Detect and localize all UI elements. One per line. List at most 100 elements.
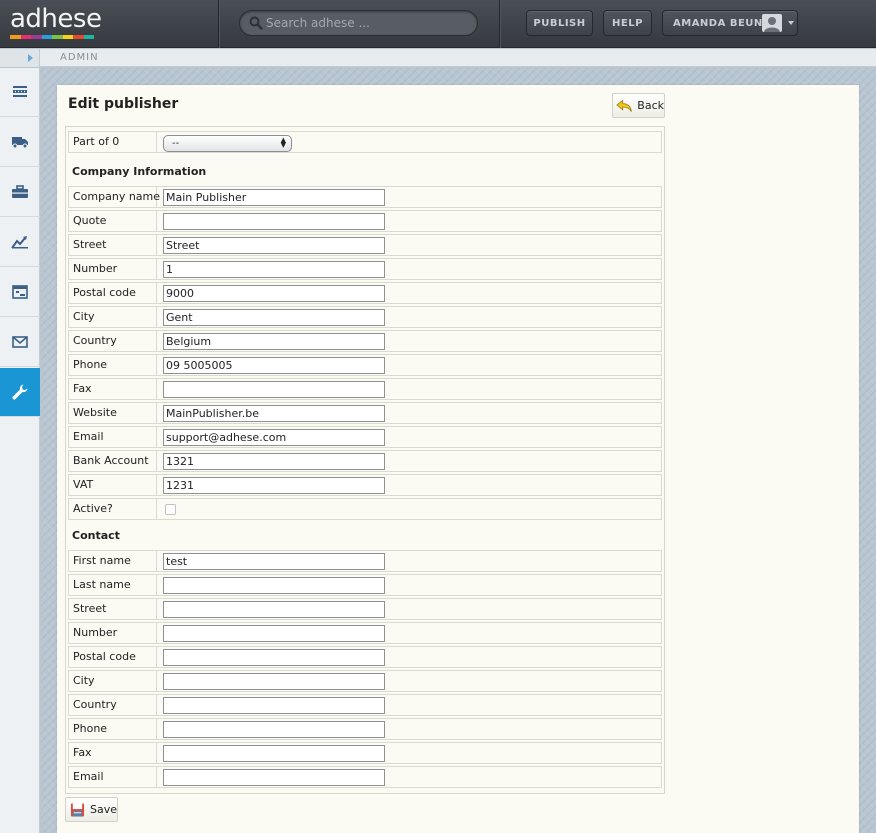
company-city-field[interactable]	[163, 309, 385, 326]
company-number-field[interactable]	[163, 261, 385, 278]
sidebar-item-layouts[interactable]	[0, 268, 40, 317]
breadcrumb-bar: ADMIN	[0, 49, 876, 67]
contact-postal-code-field[interactable]	[163, 649, 385, 666]
section-contact: Contact	[72, 529, 120, 542]
company-street-field[interactable]	[163, 237, 385, 254]
logo-stripe-segment	[83, 35, 94, 39]
contact-street-field[interactable]	[163, 601, 385, 618]
company-website-label: Website	[69, 403, 157, 423]
company-city-label: City	[69, 307, 157, 327]
sidebar-item-messages[interactable]	[0, 318, 40, 367]
contact-first-name-field[interactable]	[163, 553, 385, 570]
company-country-field[interactable]	[163, 333, 385, 350]
chevron-down-icon	[788, 21, 794, 25]
logo-stripe-segment	[20, 35, 31, 39]
sidebar-toggle[interactable]	[0, 49, 40, 67]
logo-stripe-segment	[73, 35, 84, 39]
mail-icon	[12, 336, 28, 348]
back-button-label: Back	[637, 99, 664, 112]
search-box[interactable]	[239, 10, 478, 36]
company-row-number: Number	[68, 258, 662, 280]
contact-fax-field[interactable]	[163, 745, 385, 762]
contact-number-label: Number	[69, 623, 157, 643]
contact-email-label: Email	[69, 767, 157, 787]
active-checkbox[interactable]	[165, 504, 176, 515]
sidebar-item-reports[interactable]	[0, 218, 40, 267]
contact-number-field[interactable]	[163, 625, 385, 642]
company-row-country: Country	[68, 330, 662, 352]
publish-button[interactable]: PUBLISH	[526, 10, 593, 36]
company-company-name-label: Company name	[69, 187, 160, 207]
contact-row-city: City	[68, 670, 662, 692]
back-button[interactable]: Back	[612, 93, 665, 118]
delivery-truck-icon	[12, 137, 28, 149]
company-row-bank-account: Bank Account	[68, 450, 662, 472]
top-bar: adhese PUBLISH HELP AMANDA BEUN	[0, 0, 876, 48]
contact-row-country: Country	[68, 694, 662, 716]
company-bank-account-field[interactable]	[163, 453, 385, 470]
adhese-logo[interactable]: adhese	[10, 5, 102, 39]
contact-last-name-field[interactable]	[163, 577, 385, 594]
company-bank-account-label: Bank Account	[69, 451, 157, 471]
help-button[interactable]: HELP	[603, 10, 652, 36]
company-street-label: Street	[69, 235, 157, 255]
contact-country-field[interactable]	[163, 697, 385, 714]
sidebar-item-admin[interactable]	[0, 368, 40, 417]
contact-country-label: Country	[69, 695, 157, 715]
breadcrumb[interactable]: ADMIN	[60, 52, 99, 63]
part-of-select-value: --	[172, 138, 180, 149]
logo-stripe-segment	[41, 35, 52, 39]
contact-phone-field[interactable]	[163, 721, 385, 738]
contact-row-street: Street	[68, 598, 662, 620]
company-row-city: City	[68, 306, 662, 328]
save-button[interactable]: Save	[65, 797, 118, 822]
publish-button-label: PUBLISH	[533, 17, 586, 29]
contact-first-name-label: First name	[69, 551, 157, 571]
save-disk-icon	[70, 802, 85, 817]
company-email-field[interactable]	[163, 429, 385, 446]
search-input[interactable]	[266, 14, 466, 32]
company-row-email: Email	[68, 426, 662, 448]
layout-icon	[12, 285, 28, 299]
contact-email-field[interactable]	[163, 769, 385, 786]
company-postal-code-label: Postal code	[69, 283, 157, 303]
company-email-label: Email	[69, 427, 157, 447]
contact-row-phone: Phone	[68, 718, 662, 740]
company-fax-label: Fax	[69, 379, 157, 399]
company-vat-field[interactable]	[163, 477, 385, 494]
contact-phone-label: Phone	[69, 719, 157, 739]
contact-row-email: Email	[68, 766, 662, 788]
contact-street-label: Street	[69, 599, 157, 619]
company-postal-code-field[interactable]	[163, 285, 385, 302]
contact-city-label: City	[69, 671, 157, 691]
contact-fax-label: Fax	[69, 743, 157, 763]
company-row-fax: Fax	[68, 378, 662, 400]
contact-postal-code-label: Postal code	[69, 647, 157, 667]
company-row-postal-code: Postal code	[68, 282, 662, 304]
logo-stripe-segment	[52, 35, 63, 39]
logo-stripe-segment	[62, 35, 73, 39]
section-company-information: Company Information	[72, 165, 207, 178]
part-of-select[interactable]: -- ▲ ▼	[163, 135, 292, 152]
sidebar-item-delivery[interactable]	[0, 118, 40, 167]
user-menu-button[interactable]: AMANDA BEUN	[662, 10, 798, 36]
company-website-field[interactable]	[163, 405, 385, 422]
company-fax-field[interactable]	[163, 381, 385, 398]
company-country-label: Country	[69, 331, 157, 351]
company-phone-field[interactable]	[163, 357, 385, 374]
wrench-icon	[12, 384, 28, 400]
company-company-name-field[interactable]	[163, 189, 385, 206]
contact-city-field[interactable]	[163, 673, 385, 690]
sidebar-item-campaigns[interactable]	[0, 168, 40, 217]
help-button-label: HELP	[612, 17, 643, 29]
header-divider	[499, 0, 500, 48]
company-row-street: Street	[68, 234, 662, 256]
logo-color-stripe	[10, 35, 94, 39]
page-title: Edit publisher	[68, 96, 179, 112]
contact-row-postal-code: Postal code	[68, 646, 662, 668]
contact-row-fax: Fax	[68, 742, 662, 764]
sidebar	[0, 68, 40, 833]
contact-row-first-name: First name	[68, 550, 662, 572]
company-quote-field[interactable]	[163, 213, 385, 230]
sidebar-item-inventory[interactable]	[0, 68, 40, 117]
